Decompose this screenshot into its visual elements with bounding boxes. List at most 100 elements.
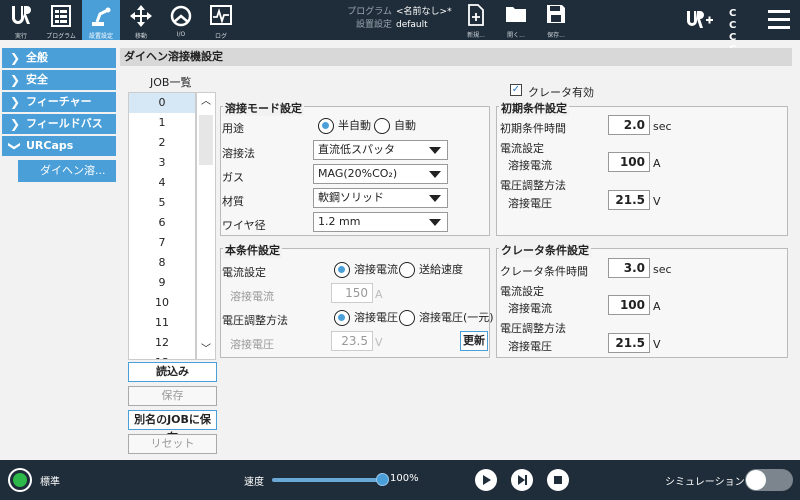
hamburger-menu-icon[interactable] [768,10,790,30]
job-list-item[interactable]: 2 [129,133,195,153]
robot-mode: 標準 [40,477,60,488]
new-file-label: 新規... [467,32,485,39]
speed-slider-track[interactable] [272,478,382,482]
save-file-button[interactable]: 保存... [538,4,574,39]
crater-time-label: クレータ条件時間 [500,265,588,278]
job-list-item[interactable]: 1 [129,113,195,133]
crater-current-input[interactable]: 100 [608,295,650,315]
program-icon [51,5,71,27]
crater-time-input[interactable]: 3.0 [608,258,650,278]
gas-select[interactable]: MAG(20%CO₂) [313,164,448,184]
voltage-weld-radio[interactable]: 溶接電圧 [334,310,398,326]
reset-button[interactable]: リセット [128,434,217,454]
initial-current-input[interactable]: 100 [608,152,650,172]
chevron-up-icon[interactable]: ︿ [197,93,215,111]
job-list-item[interactable]: 3 [129,153,195,173]
nav-run-label: 実行 [14,33,27,40]
job-list-item[interactable]: 8 [129,253,195,273]
save-as-button[interactable]: 別名のJOBに保存 [128,410,217,444]
chevron-down-icon[interactable]: ﹀ [197,341,215,359]
sidebar-item-safety[interactable]: ❯ 安全 [2,70,116,90]
save-icon [547,5,565,23]
installation-name: default [396,20,428,30]
load-button[interactable]: 読込み [128,362,217,382]
ur-logo-icon [12,6,31,24]
nav-io-button[interactable]: I/O [162,0,200,40]
initial-time-input[interactable]: 2.0 [608,115,650,135]
step-button[interactable] [511,469,533,491]
crater-voltage-input[interactable]: 21.5 [608,333,650,353]
job-list[interactable]: 012345678910111213 [128,92,196,360]
job-list-item[interactable]: 12 [129,333,195,353]
step-icon [518,475,527,485]
main-condition-title: 本条件設定 [223,242,282,258]
weld-mode-title: 溶接モード設定 [223,100,304,116]
current-weld-radio[interactable]: 溶接電流 [334,262,398,278]
crater-current-setting-label: 電流設定 [500,285,544,298]
initial-current-label: 溶接電流 [508,159,552,172]
job-list-item[interactable]: 4 [129,173,195,193]
simulation-label: シミュレーション [665,477,745,488]
stop-button[interactable] [547,469,569,491]
job-list-item[interactable]: 11 [129,313,195,333]
dropdown-arrow-icon [429,195,441,202]
crater-time-unit: sec [653,263,672,276]
job-list-item[interactable]: 10 [129,293,195,313]
job-list-item[interactable]: 7 [129,233,195,253]
sidebar-item-general[interactable]: ❯ 全般 [2,48,116,68]
open-file-button[interactable]: 開く... [498,4,534,39]
gas-label: ガス [222,171,244,184]
speed-slider-handle[interactable] [376,473,389,486]
weld-voltage-input[interactable]: 23.5 [331,331,373,351]
method-label: 溶接法 [222,147,255,160]
radio-label: 自動 [394,119,416,132]
job-list-item[interactable]: 5 [129,193,195,213]
new-file-button[interactable]: 新規... [458,4,494,39]
power-icon[interactable] [8,468,32,492]
nav-move-button[interactable]: 移動 [122,0,160,40]
job-list-item[interactable]: 0 [129,93,195,113]
job-list-item[interactable]: 9 [129,273,195,293]
job-list-scrollbar[interactable]: ︿ ﹀ [196,92,216,360]
play-button[interactable] [475,469,497,491]
nav-installation-button[interactable]: 設置設定 [82,0,120,40]
save-file-label: 保存... [547,32,565,39]
radio-dot [334,262,350,278]
save-button[interactable]: 保存 [128,386,217,406]
update-button[interactable]: 更新 [460,331,488,351]
sidebar-item-urcaps[interactable]: ❯ URCaps [2,136,116,156]
wire-select[interactable]: 1.2 mm [313,212,448,232]
nav-installation-label: 設置設定 [88,33,113,40]
initial-condition-title: 初期条件設定 [499,100,569,116]
nav-program-button[interactable]: プログラム [42,0,80,40]
sidebar-item-fieldbus[interactable]: ❯ フィールドバス [2,114,116,134]
weld-voltage-label: 溶接電圧 [230,338,274,351]
log-icon [210,5,232,25]
simulation-toggle[interactable] [745,469,793,491]
robot-arm-icon [92,7,111,26]
weld-current-input[interactable]: 150 [331,283,373,303]
chevron-right-icon: ❯ [10,51,21,65]
nav-log-button[interactable]: ログ [202,0,240,40]
material-select[interactable]: 軟鋼ソリッド [313,188,448,208]
nav-run-button[interactable]: 実行 [2,0,40,40]
speed-value: 100% [390,473,419,484]
sidebar-item-features[interactable]: ❯ フィーチャー [2,92,116,112]
voltage-unified-radio[interactable]: 溶接電圧(一元) [399,310,494,326]
usage-semi-auto-radio[interactable]: 半自動 [318,118,371,134]
open-file-label: 開く... [507,32,525,39]
nav-program-label: プログラム [46,33,76,40]
job-list-item[interactable]: 6 [129,213,195,233]
crater-enable-checkbox[interactable]: ✓ [510,84,522,96]
initial-voltage-input[interactable]: 21.5 [608,190,650,210]
sidebar-item-label: フィールドバス [26,117,103,130]
current-feed-radio[interactable]: 送給速度 [399,262,463,278]
usage-auto-radio[interactable]: 自動 [374,118,416,134]
job-list-title: JOB一覧 [150,76,192,89]
sidebar-item-daihen[interactable]: ダイヘン溶... [18,160,116,182]
job-list-item[interactable]: 13 [129,353,195,359]
ur-plus-icon[interactable] [686,10,714,30]
scroll-thumb[interactable] [199,115,213,165]
radio-label: 溶接電圧(一元) [419,311,494,324]
method-select[interactable]: 直流低スパッタ [313,140,448,160]
